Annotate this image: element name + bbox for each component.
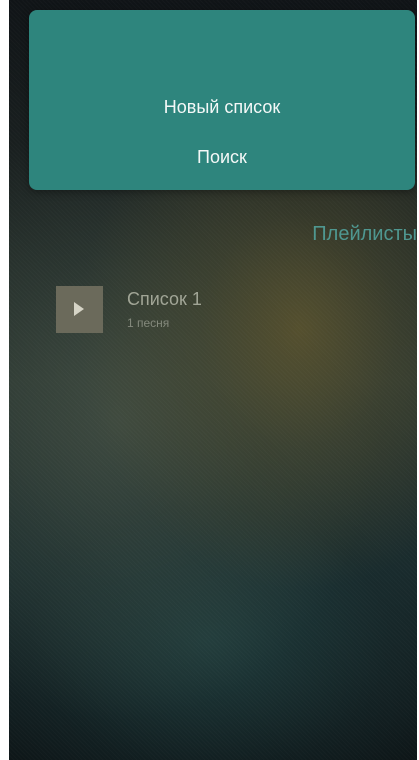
playlist-song-count: 1 песня [127, 316, 170, 330]
playlist-name: Список 1 [127, 289, 202, 309]
new-list-menu-item[interactable]: Новый список [29, 95, 415, 119]
playlist-cover[interactable] [56, 286, 103, 333]
playlists-section-title: Плейлисты [312, 223, 417, 245]
play-icon [74, 302, 84, 316]
search-menu-item[interactable]: Поиск [29, 145, 415, 169]
options-menu: Новый список Поиск [29, 10, 415, 190]
playlist-item[interactable]: Список 1 1 песня [56, 286, 356, 334]
app-screen: Новый список Поиск Плейлисты Список 1 1 … [9, 0, 417, 760]
